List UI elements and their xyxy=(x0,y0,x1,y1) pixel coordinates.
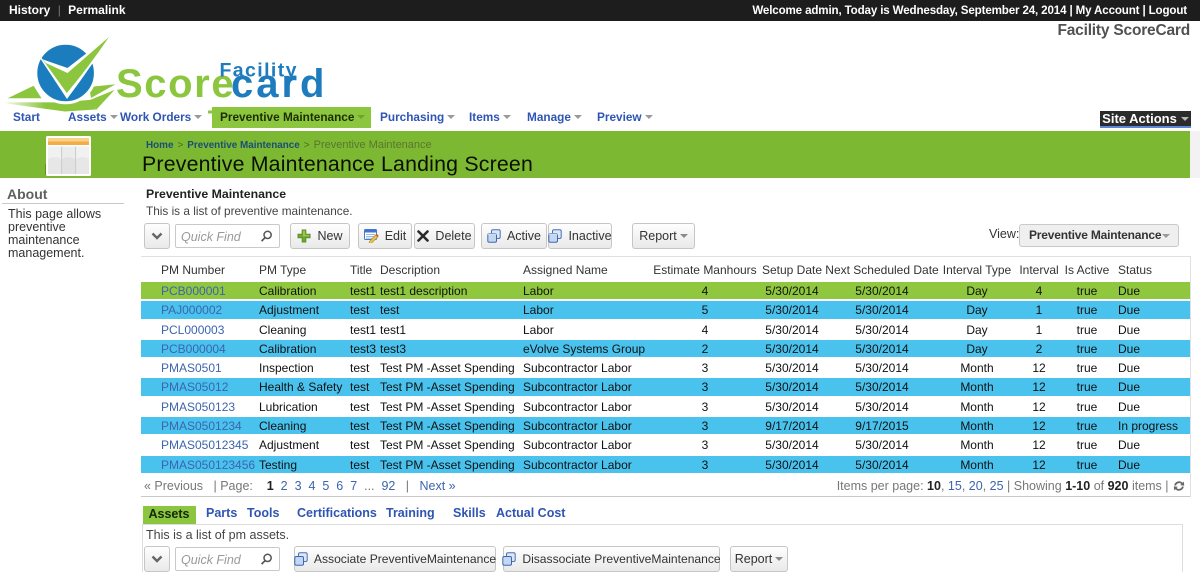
svg-text:Score: Score xyxy=(116,62,235,106)
svg-text:Facility: Facility xyxy=(220,60,298,82)
